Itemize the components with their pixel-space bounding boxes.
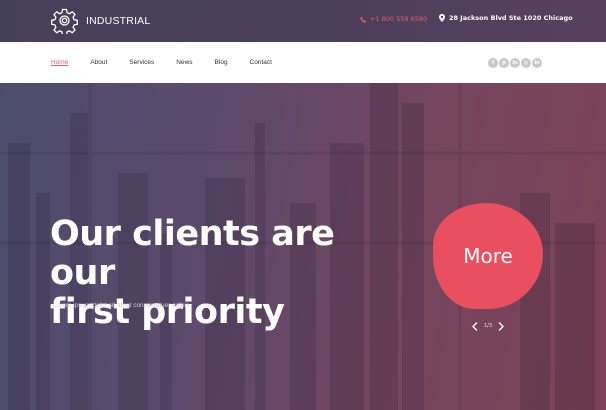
next-slide-button[interactable] bbox=[496, 321, 506, 331]
nav-bar: Home About Services News Blog Contact f … bbox=[0, 42, 606, 83]
linkedin-icon[interactable]: in bbox=[510, 58, 520, 68]
phone-number: +1 800 559 6580 bbox=[370, 15, 428, 23]
nav-item-about[interactable]: About bbox=[90, 59, 107, 66]
dribbble-icon[interactable]: ◎ bbox=[521, 58, 531, 68]
brand-name: INDUSTRIAL bbox=[86, 14, 151, 27]
linkedin-alt-icon[interactable]: in bbox=[532, 58, 542, 68]
gear-icon bbox=[51, 8, 78, 34]
top-bar: INDUSTRIAL +1 800 559 6580 28 Jackson Bl… bbox=[0, 0, 606, 42]
hero-headline: Our clients are our first priority bbox=[50, 215, 410, 332]
map-pin-icon bbox=[439, 14, 445, 22]
pinterest-icon[interactable]: p bbox=[499, 58, 509, 68]
chevron-right-icon bbox=[498, 321, 504, 331]
hero-slider: Our clients are our first priority Lorem… bbox=[0, 83, 606, 410]
nav-item-services[interactable]: Services bbox=[129, 59, 154, 66]
chevron-left-icon bbox=[472, 321, 478, 331]
slide-counter: 1/3 bbox=[484, 323, 493, 329]
social-links: f p in ◎ in bbox=[488, 58, 543, 68]
address-contact: 28 Jackson Blvd Ste 1020 Chicago bbox=[439, 14, 573, 22]
facebook-icon[interactable]: f bbox=[488, 58, 498, 68]
nav-item-blog[interactable]: Blog bbox=[215, 59, 228, 66]
nav-item-contact[interactable]: Contact bbox=[250, 59, 272, 66]
prev-slide-button[interactable] bbox=[470, 321, 480, 331]
headline-line-2: first priority bbox=[50, 292, 285, 332]
slide-pagination: 1/3 bbox=[470, 321, 506, 331]
main-nav: Home About Services News Blog Contact bbox=[51, 59, 294, 66]
phone-contact[interactable]: +1 800 559 6580 bbox=[360, 15, 427, 23]
hero-subtext: Lorem ipsum dolor sit amet consectetuer … bbox=[53, 302, 190, 309]
phone-icon bbox=[360, 16, 367, 23]
headline-line-1: Our clients are our bbox=[50, 214, 335, 293]
nav-item-news[interactable]: News bbox=[176, 59, 192, 66]
logo[interactable]: INDUSTRIAL bbox=[51, 7, 150, 34]
address-text: 28 Jackson Blvd Ste 1020 Chicago bbox=[449, 14, 573, 22]
more-button[interactable]: More bbox=[433, 203, 543, 309]
nav-item-home[interactable]: Home bbox=[51, 59, 68, 66]
